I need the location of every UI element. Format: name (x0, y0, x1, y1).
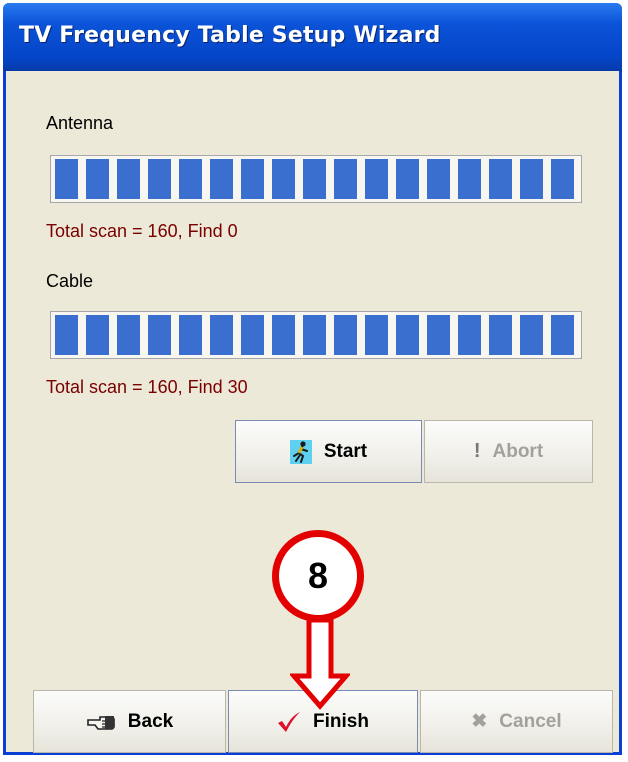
progress-segment (117, 315, 140, 355)
progress-segment (334, 159, 357, 199)
progress-segment (148, 315, 171, 355)
start-button[interactable]: Start (235, 420, 422, 483)
progress-segment (396, 315, 419, 355)
progress-segment (551, 159, 574, 199)
pointing-hand-left-icon (86, 713, 116, 731)
cable-status: Total scan = 160, Find 30 (46, 377, 248, 397)
progress-segment (86, 159, 109, 199)
progress-segment (272, 315, 295, 355)
finish-button-label: Finish (313, 710, 369, 732)
progress-segment (272, 159, 295, 199)
start-button-label: Start (323, 440, 368, 462)
antenna-status: Total scan = 160, Find 0 (46, 221, 238, 241)
title-bar[interactable]: TV Frequency Table Setup Wizard (3, 3, 622, 71)
progress-segment (427, 315, 450, 355)
progress-segment (365, 159, 388, 199)
antenna-progress-bar (50, 155, 582, 203)
abort-button-label: Abort (492, 440, 544, 462)
back-button[interactable]: Back (33, 690, 226, 753)
back-button-label: Back (127, 710, 174, 732)
progress-segment (303, 159, 326, 199)
progress-segment (148, 159, 171, 199)
cable-progress-bar (50, 311, 582, 359)
progress-segment (179, 159, 202, 199)
progress-segment (365, 315, 388, 355)
progress-segment (520, 159, 543, 199)
cancel-button[interactable]: ✖ Cancel (420, 690, 613, 753)
progress-segment (458, 315, 481, 355)
progress-segment (86, 315, 109, 355)
progress-segment (179, 315, 202, 355)
progress-segment (489, 315, 512, 355)
checkmark-icon (277, 711, 301, 733)
progress-segment (396, 159, 419, 199)
x-icon: ✖ (471, 711, 488, 732)
cable-label: Cable (46, 271, 94, 291)
progress-segment (210, 315, 233, 355)
antenna-label: Antenna (46, 113, 114, 133)
progress-segment (55, 159, 78, 199)
abort-button[interactable]: ! Abort (424, 420, 593, 483)
progress-segment (551, 315, 574, 355)
window-title: TV Frequency Table Setup Wizard (19, 23, 441, 48)
exclamation-icon: ! (473, 440, 481, 462)
progress-segment (303, 315, 326, 355)
progress-segment (55, 315, 78, 355)
progress-segment (458, 159, 481, 199)
progress-segment (489, 159, 512, 199)
progress-segment (334, 315, 357, 355)
progress-segment (427, 159, 450, 199)
down-arrow-icon (290, 618, 350, 710)
step-callout-circle: 8 (272, 530, 364, 622)
progress-segment (241, 159, 264, 199)
progress-segment (241, 315, 264, 355)
progress-segment (520, 315, 543, 355)
cancel-button-label: Cancel (499, 710, 562, 732)
progress-segment (117, 159, 140, 199)
running-man-icon (289, 439, 312, 464)
step-number: 8 (307, 555, 329, 596)
progress-segment (210, 159, 233, 199)
